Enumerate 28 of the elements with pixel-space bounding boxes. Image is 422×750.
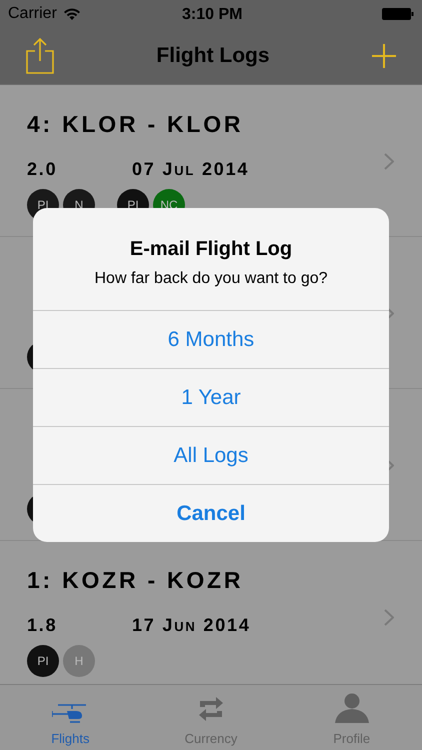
flight-title: 1: KOZR - KOZR: [27, 567, 244, 593]
flight-date: 07 Jul 2014: [132, 158, 250, 180]
person-icon: [334, 692, 370, 722]
flight-title: 4: KLOR - KLOR: [27, 111, 244, 137]
alert-title: E-mail Flight Log: [130, 237, 292, 262]
alert-action-button[interactable]: 6 Months: [33, 310, 389, 368]
alert-message: How far back do you want to go?: [94, 269, 328, 289]
alert-action-button[interactable]: Cancel: [33, 484, 389, 542]
status-time: 3:10 PM: [182, 5, 242, 25]
flight-hours: 2.0: [27, 158, 58, 180]
tab[interactable]: Profile: [281, 685, 422, 750]
battery-icon: [382, 8, 414, 20]
add-icon[interactable]: [372, 44, 396, 68]
navigation-title: Flight Logs: [155, 43, 271, 70]
share-icon[interactable]: [26, 38, 54, 74]
chevron-icon: [384, 609, 394, 626]
role-badge: H: [63, 645, 95, 677]
carrier-label: Carrier: [8, 4, 57, 24]
chevron-icon: [384, 153, 394, 170]
helicopter-icon: [52, 702, 88, 722]
wifi-icon: [62, 7, 81, 21]
alert-action-button[interactable]: All Logs: [33, 426, 389, 484]
flight-hours: 1.8: [27, 614, 58, 636]
alert-action-button[interactable]: 1 Year: [33, 368, 389, 426]
tab[interactable]: Flights: [0, 685, 141, 750]
tab[interactable]: Currency: [140, 685, 282, 750]
flight-date: 17 Jun 2014: [132, 614, 251, 636]
role-badge: PI: [27, 645, 59, 677]
